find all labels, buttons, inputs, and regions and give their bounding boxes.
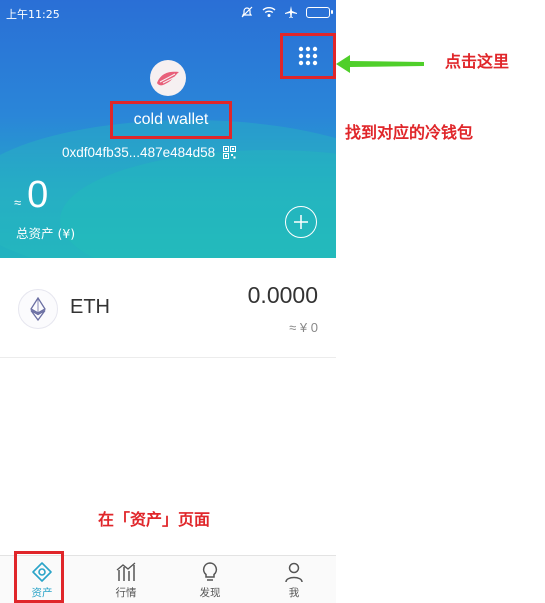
annotation-click-here: 点击这里 <box>445 52 510 71</box>
battery-icon <box>306 6 333 18</box>
highlight-frame-assets <box>14 551 64 603</box>
wallet-name[interactable]: cold wallet <box>110 101 232 139</box>
nav-discover[interactable]: 发现 <box>168 556 252 603</box>
nav-discover-label: 发现 <box>199 586 221 599</box>
total-balance: ≈ 0 <box>14 174 48 217</box>
wallet-address: 0xdf04fb35...487e484d58 <box>62 144 216 160</box>
nav-market[interactable]: 行情 <box>84 556 168 603</box>
lightbulb-icon <box>202 561 218 581</box>
status-bar: 上午11:25 <box>0 0 336 24</box>
profile-icon <box>285 562 303 582</box>
wallet-logo-icon <box>157 71 179 86</box>
add-asset-button[interactable] <box>285 206 317 238</box>
airplane-icon <box>285 6 297 18</box>
qr-code-icon[interactable] <box>223 145 237 159</box>
grid-menu-icon <box>298 46 318 66</box>
asset-amount: 0.0000 <box>247 282 318 308</box>
eth-icon <box>18 289 58 329</box>
wallet-menu-button[interactable] <box>280 33 336 79</box>
asset-symbol: ETH <box>70 296 110 318</box>
balance-approx-sign: ≈ <box>14 195 22 210</box>
status-time: 上午11:25 <box>6 8 60 21</box>
plus-icon <box>294 215 308 229</box>
asset-fiat-value: ≈ ¥ 0 <box>289 320 318 335</box>
nav-market-label: 行情 <box>115 586 137 599</box>
wifi-icon <box>262 7 276 17</box>
annotation-find-wallet: 找到对应的冷钱包 <box>345 123 474 142</box>
status-icons <box>240 4 333 20</box>
nav-me[interactable]: 我 <box>252 556 336 603</box>
wallet-avatar <box>150 60 186 96</box>
wallet-address-row[interactable]: 0xdf04fb35...487e484d58 <box>62 142 237 162</box>
nav-me-label: 我 <box>288 586 300 599</box>
bell-off-icon <box>241 6 253 18</box>
balance-value: 0 <box>27 174 49 216</box>
green-arrow-icon <box>336 55 424 73</box>
total-assets-label: 总资产 (¥) <box>16 226 76 241</box>
annotation-on-page: 在「资产」页面 <box>98 510 211 529</box>
asset-row-eth[interactable]: ETH 0.0000 ≈ ¥ 0 <box>0 258 336 358</box>
market-chart-icon <box>116 562 136 581</box>
